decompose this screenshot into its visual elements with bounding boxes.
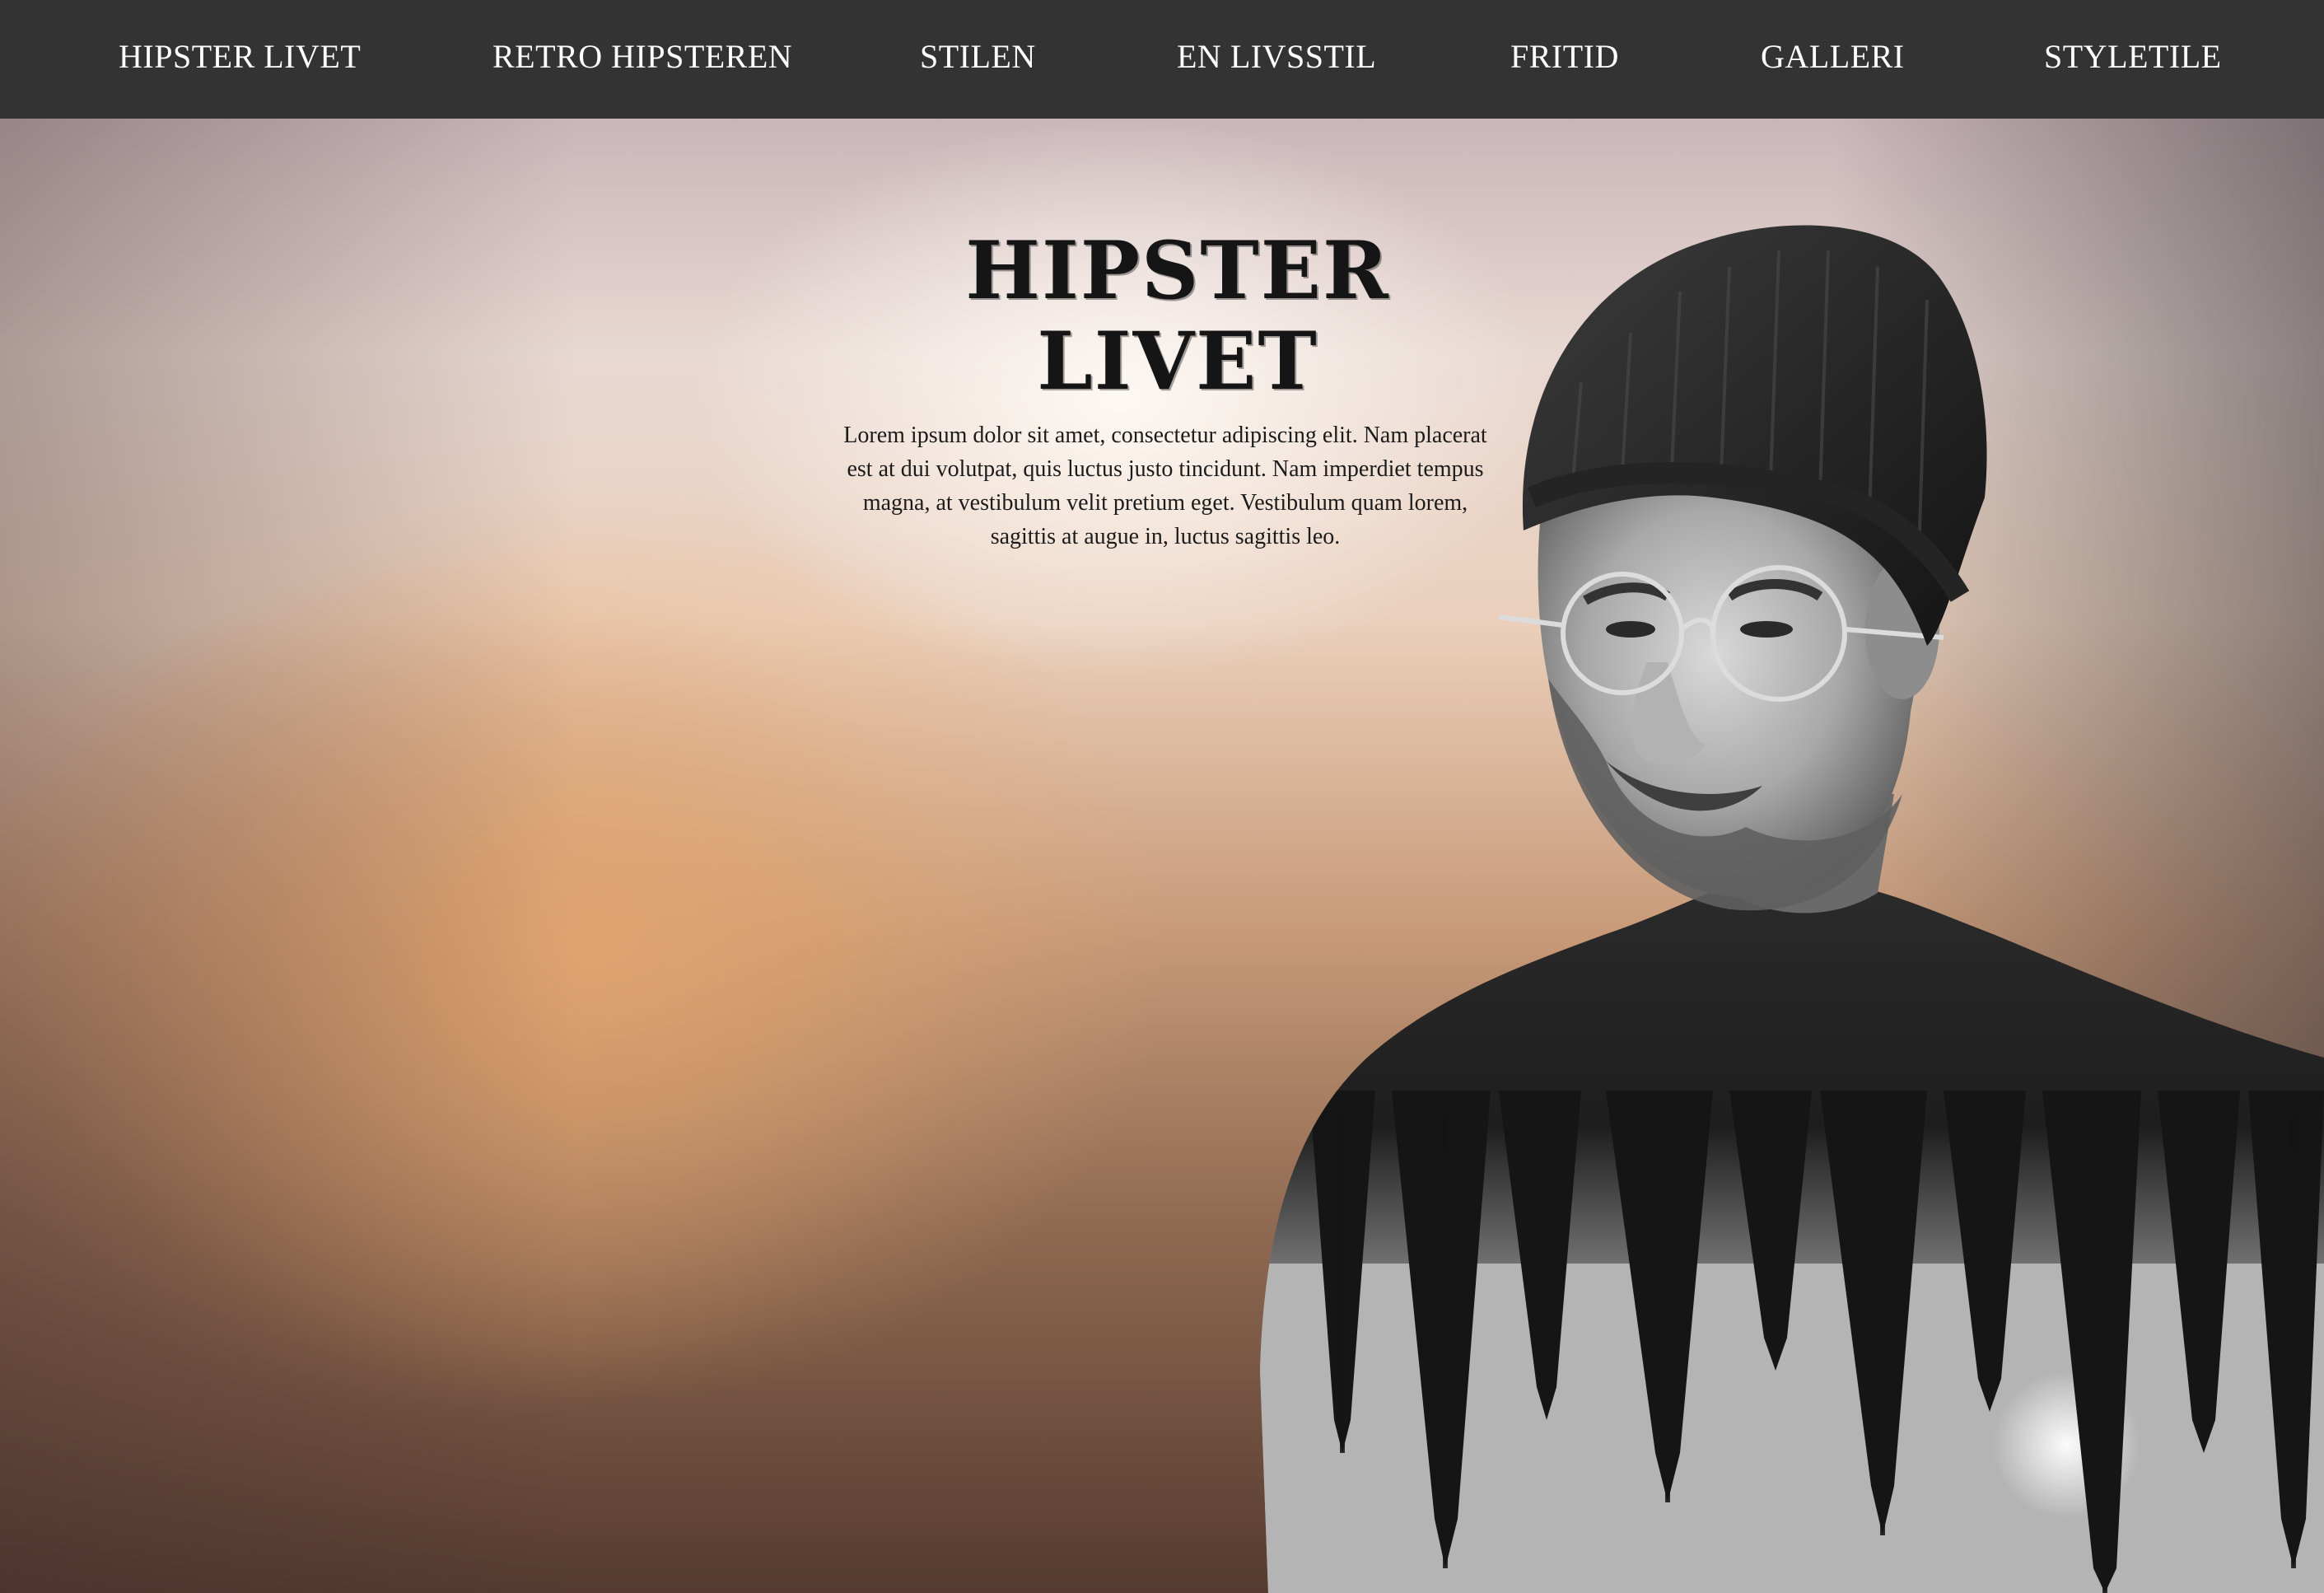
hero-title: HIPSTER LIVET <box>965 224 1390 408</box>
nav-link-en-livsstil[interactable]: EN LIVSSTIL <box>1177 36 1376 77</box>
nav-link-styletile[interactable]: STYLETILE <box>2044 36 2222 77</box>
nav-link-fritid[interactable]: FRITID <box>1510 36 1619 77</box>
hero-background-shade-left <box>0 119 576 1593</box>
hero-section: HIPSTER LIVET Lorem ipsum dolor sit amet… <box>0 119 2324 1593</box>
nav-link-galleri[interactable]: GALLERI <box>1761 36 1905 77</box>
hero-paragraph: Lorem ipsum dolor sit amet, consectetur … <box>843 423 1487 549</box>
nav-link-hipster-livet[interactable]: HIPSTER LIVET <box>119 36 361 77</box>
nav-link-stilen[interactable]: STILEN <box>920 36 1036 77</box>
main-navbar: HIPSTER LIVET RETRO HIPSTEREN STILEN EN … <box>0 0 2324 119</box>
nav-link-retro-hipsteren[interactable]: RETRO HIPSTEREN <box>492 36 792 77</box>
